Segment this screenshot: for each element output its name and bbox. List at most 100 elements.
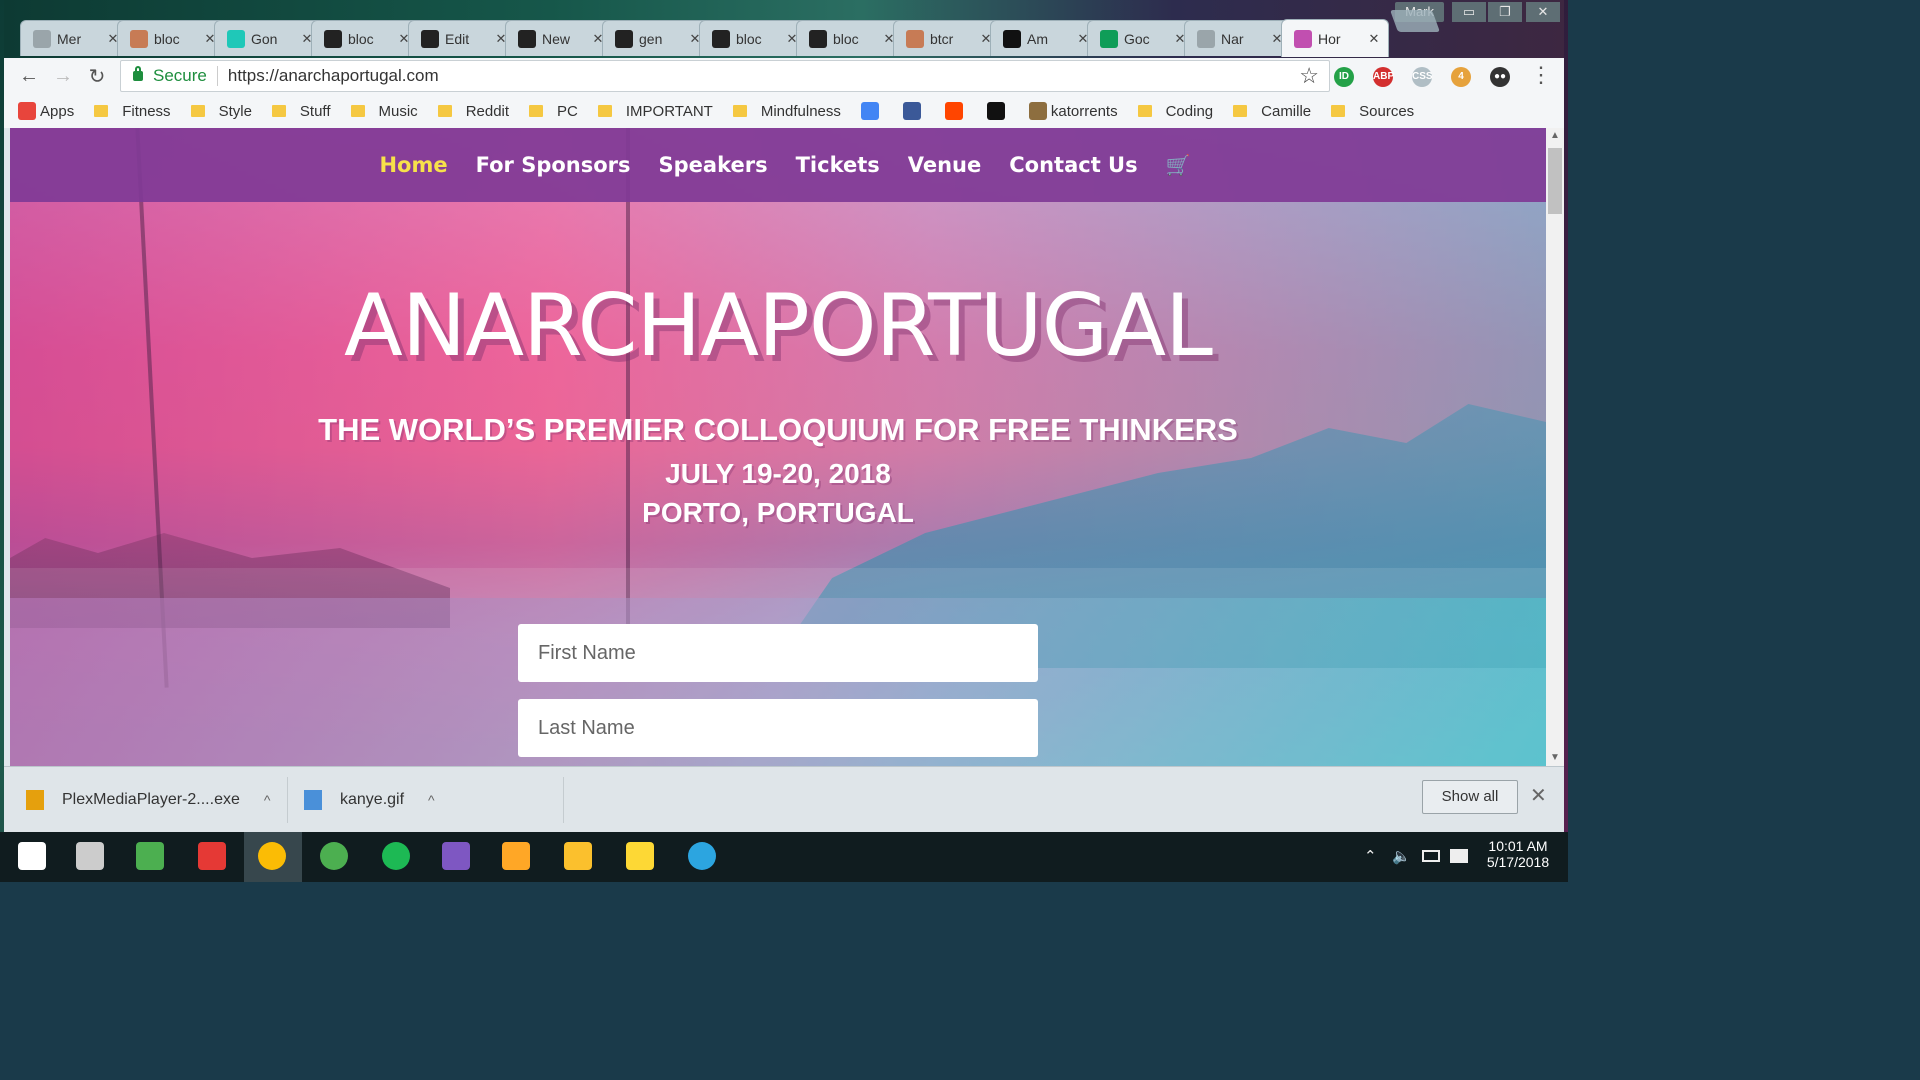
- nav-venue[interactable]: Venue: [908, 153, 982, 177]
- reload-button[interactable]: ↻: [80, 64, 114, 89]
- bookmark-pc[interactable]: PC: [529, 103, 578, 120]
- globe-icon[interactable]: [320, 842, 348, 870]
- folder-icon: [271, 105, 286, 117]
- github-icon: [421, 29, 439, 48]
- tab-title: Nar: [1221, 30, 1244, 47]
- notifications-icon[interactable]: [1450, 849, 1468, 863]
- nav-home[interactable]: Home: [379, 153, 447, 177]
- bookmark-label: katorrents: [1050, 102, 1118, 120]
- show-all-downloads-button[interactable]: Show all: [1422, 780, 1518, 814]
- title-bar: Mark ▭ ❐ ✕ Mer✕bloc✕Gon✕bloc✕Edit✕New✕ge…: [4, 0, 1564, 58]
- event-location: PORTO, PORTUGAL: [642, 497, 914, 528]
- tab[interactable]: bloc ✕: [699, 20, 807, 56]
- bookmark-reddit[interactable]: Reddit: [437, 103, 509, 120]
- tab[interactable]: Hor ✕: [1281, 19, 1389, 57]
- new-tab-button[interactable]: [1389, 10, 1441, 32]
- last-name-input[interactable]: [518, 699, 1038, 757]
- bookmark-sources[interactable]: Sources: [1331, 103, 1414, 120]
- download-menu-caret-icon[interactable]: ^: [428, 792, 435, 808]
- tray-chevron-icon[interactable]: ⌃: [1364, 847, 1377, 865]
- tab[interactable]: bloc ✕: [311, 20, 419, 56]
- tab[interactable]: Nar ✕: [1184, 20, 1292, 56]
- browser-toolbar: ← → ↻ Secure https://anarchaportugal.com…: [4, 58, 1564, 94]
- tab[interactable]: Mer ✕: [20, 20, 128, 56]
- bookmark-fitness[interactable]: Fitness: [94, 103, 171, 120]
- keys-icon[interactable]: [564, 842, 592, 870]
- extension-badge-icon[interactable]: 4: [1451, 67, 1471, 87]
- tab[interactable]: gen ✕: [602, 20, 710, 56]
- comic-icon: [906, 29, 924, 48]
- bookmark-music[interactable]: Music: [350, 102, 418, 120]
- bookmark-coding[interactable]: Coding: [1137, 103, 1213, 120]
- telegram-icon[interactable]: [688, 842, 716, 870]
- tab[interactable]: btcr ✕: [893, 20, 1001, 56]
- bookmark-inbox[interactable]: [860, 102, 883, 120]
- bookmark-style[interactable]: Style: [190, 103, 252, 120]
- close-download-shelf-icon[interactable]: ✕: [1530, 783, 1547, 808]
- forward-button[interactable]: →: [46, 65, 80, 88]
- tab-title: bloc: [833, 30, 859, 47]
- bookmark-star-icon[interactable]: ☆: [1299, 63, 1329, 89]
- bulb-icon[interactable]: [626, 842, 654, 870]
- bookmark-important[interactable]: IMPORTANT: [597, 103, 713, 120]
- event-date: JULY 19-20, 2018: [665, 458, 891, 489]
- tab[interactable]: bloc ✕: [796, 20, 904, 56]
- bookmark-camille[interactable]: Camille: [1233, 103, 1311, 120]
- chrome-icon[interactable]: [258, 842, 286, 870]
- clock[interactable]: 10:01 AM 5/17/2018: [1478, 838, 1558, 870]
- tab[interactable]: New ✕: [505, 20, 613, 56]
- bookmark-label: Music: [378, 102, 418, 120]
- download-filename: PlexMediaPlayer-2....exe: [62, 791, 240, 808]
- tab-title: Am: [1027, 30, 1048, 47]
- download-item[interactable]: kanye.gif ^: [304, 777, 564, 823]
- download-menu-caret-icon[interactable]: ^: [264, 792, 271, 808]
- app-grid-icon[interactable]: [198, 842, 226, 870]
- nav-for-sponsors[interactable]: For Sponsors: [476, 153, 631, 177]
- scroll-thumb[interactable]: [1548, 148, 1562, 214]
- folder-icon: [1331, 105, 1346, 117]
- network-icon[interactable]: [1422, 850, 1440, 862]
- nav-tickets[interactable]: Tickets: [796, 153, 880, 177]
- doc-icon: [1197, 29, 1215, 48]
- bookmark-label: Apps: [40, 102, 75, 120]
- scroll-up-arrow-icon[interactable]: ▲: [1546, 128, 1564, 144]
- bookmark-mindfulness[interactable]: Mindfulness: [732, 103, 841, 120]
- cart-icon[interactable]: 🛒: [1166, 153, 1191, 178]
- scroll-down-arrow-icon[interactable]: ▼: [1546, 750, 1564, 766]
- nav-contact-us[interactable]: Contact Us: [1009, 153, 1137, 177]
- bookmark-facebook[interactable]: [902, 102, 925, 120]
- tab[interactable]: Goc ✕: [1087, 20, 1195, 56]
- page-scrollbar[interactable]: ▲ ▼: [1546, 128, 1564, 766]
- bookmark-apps[interactable]: Apps: [18, 102, 74, 120]
- css-viewer-icon[interactable]: CSS: [1412, 67, 1433, 87]
- tab[interactable]: Am ✕: [990, 20, 1098, 56]
- adblock-plus-icon[interactable]: ABP: [1373, 67, 1394, 87]
- brush-icon[interactable]: [502, 842, 530, 870]
- bookmark-reddit[interactable]: [944, 102, 967, 120]
- incognito-icon[interactable]: ●●: [1490, 67, 1510, 87]
- url-text[interactable]: https://anarchaportugal.com: [218, 66, 1299, 86]
- apps-icon: [18, 102, 36, 120]
- tab[interactable]: Gon ✕: [214, 20, 322, 56]
- bookmark-katorrents[interactable]: katorrents: [1028, 102, 1118, 120]
- tab[interactable]: Edit ✕: [408, 20, 516, 56]
- amazon-icon: [1003, 29, 1021, 48]
- start-icon[interactable]: [18, 842, 46, 870]
- honey-icon[interactable]: ID: [1334, 67, 1354, 87]
- nav-speakers[interactable]: Speakers: [659, 153, 768, 177]
- first-name-input[interactable]: [518, 624, 1038, 682]
- bookmark-stuff[interactable]: Stuff: [271, 103, 331, 120]
- bird-icon[interactable]: [442, 842, 470, 870]
- bookmark-amazon[interactable]: [986, 102, 1009, 120]
- chrome-menu-button[interactable]: ⋮: [1524, 62, 1558, 88]
- task-view-icon[interactable]: [76, 842, 104, 870]
- clover-icon[interactable]: [136, 842, 164, 870]
- back-button[interactable]: ←: [12, 65, 46, 88]
- github-icon: [809, 29, 827, 48]
- volume-icon[interactable]: 🔈: [1392, 847, 1411, 865]
- spotify-icon[interactable]: [382, 842, 410, 870]
- tab-close-icon[interactable]: ✕: [1366, 31, 1382, 47]
- address-bar[interactable]: Secure https://anarchaportugal.com ☆: [120, 60, 1330, 92]
- tab[interactable]: bloc ✕: [117, 20, 225, 56]
- download-item[interactable]: PlexMediaPlayer-2....exe ^: [26, 777, 288, 823]
